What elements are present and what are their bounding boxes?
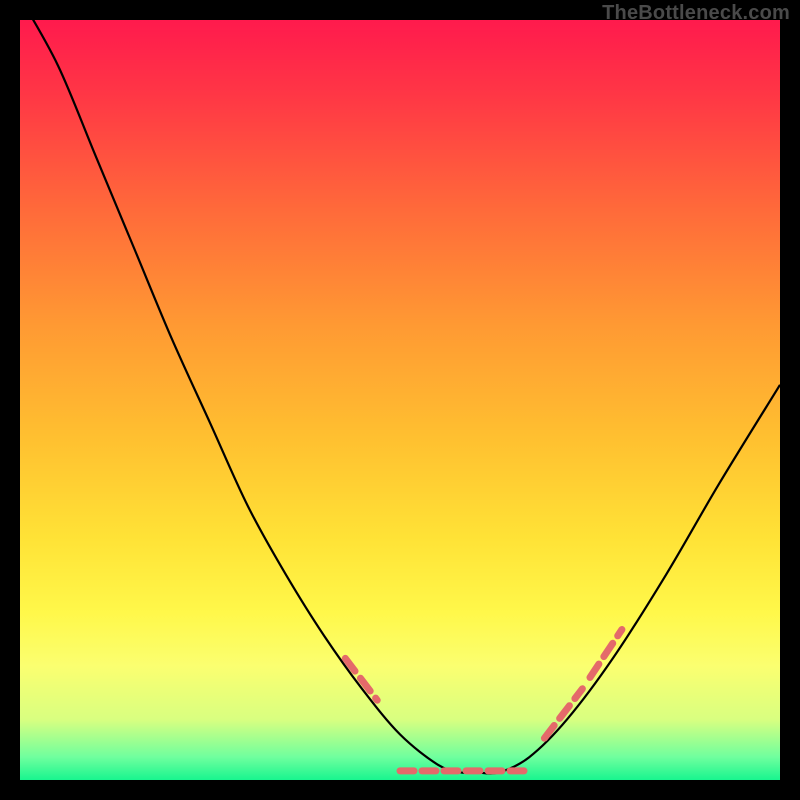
highlight-dash-right-a: [544, 689, 582, 738]
plot-area: [20, 20, 780, 780]
chart-frame: TheBottleneck.com: [0, 0, 800, 800]
watermark-text: TheBottleneck.com: [602, 2, 790, 25]
highlight-dash-left: [345, 658, 377, 700]
bottleneck-curve: [20, 0, 780, 774]
curve-svg: [20, 20, 780, 780]
